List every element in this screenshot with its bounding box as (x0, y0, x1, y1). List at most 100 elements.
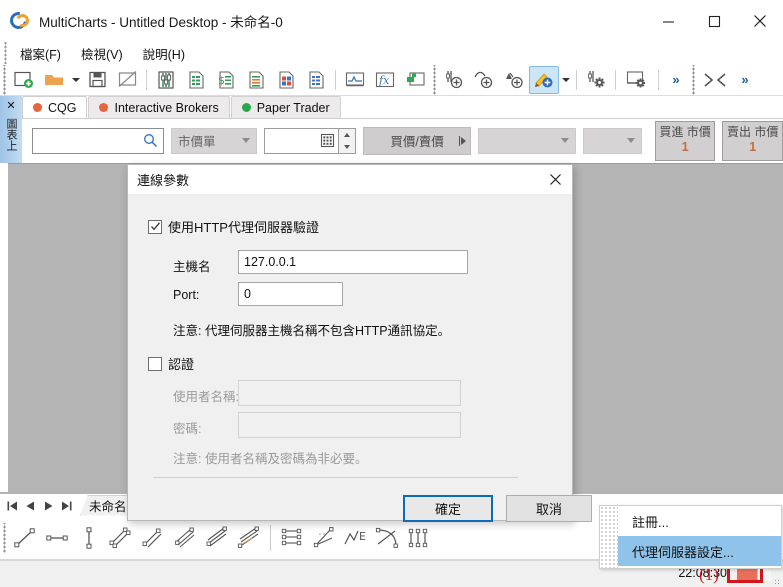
dialog-title: 連線參數 (137, 173, 190, 188)
quantity-stepper[interactable] (264, 127, 357, 154)
first-page-icon[interactable] (7, 499, 18, 511)
fib-retracement-icon[interactable] (201, 518, 233, 558)
tray-context-menu: 註冊... 代理伺服器設定... (599, 505, 782, 569)
maximize-icon[interactable] (691, 0, 737, 42)
trade-panel-header: ✕ 圖表上 (0, 96, 22, 164)
new-order-log-icon[interactable] (241, 66, 271, 94)
auth-checkbox[interactable]: 認證 (148, 354, 194, 373)
hostname-input[interactable]: 127.0.0.1 (238, 250, 468, 274)
previous-page-icon[interactable] (25, 499, 36, 511)
format-indicator-icon[interactable] (581, 66, 611, 94)
formula-icon[interactable]: fx (370, 66, 400, 94)
tab-label: Paper Trader (256, 100, 330, 115)
insert-signal-icon[interactable] (469, 66, 499, 94)
resize-grip-icon[interactable] (774, 579, 780, 585)
context-menu-item-proxy-settings[interactable]: 代理伺服器設定... (618, 536, 781, 566)
order-entry-bar: 市價單 買價/賣價 買進 市價 1 賣出 市價 1 (22, 118, 783, 162)
use-proxy-checkbox[interactable]: 使用HTTP代理伺服器驗證 (148, 217, 319, 236)
next-page-icon[interactable] (43, 499, 54, 511)
spinner-icon[interactable] (339, 127, 357, 154)
stepper-down-button[interactable] (339, 141, 355, 153)
tab-cqg[interactable]: CQG (22, 96, 88, 118)
vertical-line-icon[interactable] (73, 518, 105, 558)
extra-dropdown-2[interactable] (582, 127, 642, 154)
save-as-disabled-icon[interactable] (112, 66, 142, 94)
toolbar-drag-grip[interactable] (0, 64, 9, 95)
insert-drawing-icon[interactable] (529, 65, 559, 94)
insert-strategy-icon[interactable] (499, 66, 529, 94)
ok-button[interactable]: 確定 (403, 495, 493, 522)
dropdown-caret-icon[interactable] (559, 66, 572, 94)
last-page-icon[interactable] (61, 499, 72, 511)
new-window-icon[interactable] (9, 66, 39, 94)
buy-market-button[interactable]: 買進 市價 1 (654, 120, 716, 161)
new-market-depth-icon[interactable]: $ (211, 66, 241, 94)
elliott-wave-icon[interactable]: E (340, 518, 372, 558)
tab-paper-trader[interactable]: Paper Trader (230, 96, 341, 118)
open-workspace-icon[interactable] (39, 66, 69, 94)
toolbar-separator (335, 69, 336, 90)
new-quote-page-icon[interactable] (181, 66, 211, 94)
parallel-lines-icon[interactable] (137, 518, 169, 558)
new-scanner-icon[interactable] (301, 66, 331, 94)
close-icon[interactable] (538, 165, 572, 194)
chevron-down-icon (626, 138, 635, 143)
horizontal-line-icon[interactable] (41, 518, 73, 558)
menu-file[interactable]: 檔案(F) (10, 42, 71, 65)
checkbox-unchecked-icon (148, 356, 162, 371)
extra-dropdown-1[interactable] (477, 127, 576, 154)
arc-icon[interactable] (372, 518, 404, 558)
svg-text:$: $ (218, 74, 225, 87)
bid-ask-expander-icon[interactable] (458, 135, 466, 146)
format-window-icon[interactable] (620, 66, 654, 94)
menu-drag-grip[interactable] (0, 42, 10, 64)
overflow-chevron-icon[interactable]: » (732, 66, 758, 94)
rectangle-icon[interactable] (276, 518, 308, 558)
tray-app-icon[interactable] (737, 567, 771, 582)
crosshair-link-icon[interactable] (698, 66, 732, 94)
toolbar-drag-grip[interactable] (430, 64, 439, 95)
trend-line-icon[interactable] (9, 518, 41, 558)
channel-icon[interactable] (105, 518, 137, 558)
quantity-input[interactable] (264, 127, 340, 154)
symbol-input[interactable] (32, 127, 165, 154)
tab-interactive-brokers[interactable]: Interactive Brokers (88, 96, 230, 118)
sell-market-button[interactable]: 賣出 市價 1 (722, 120, 783, 161)
save-icon[interactable] (82, 66, 112, 94)
overflow-chevron-icon[interactable]: » (663, 66, 689, 94)
toolbar-drag-grip[interactable] (689, 64, 698, 95)
minimize-icon[interactable] (645, 0, 691, 42)
close-icon[interactable]: ✕ (6, 99, 15, 112)
context-menu-item-register[interactable]: 註冊... (618, 506, 781, 536)
status-dot-icon (33, 103, 42, 112)
add-plugin-icon[interactable] (400, 66, 430, 94)
gann-fan-icon[interactable] (308, 518, 340, 558)
window-controls (645, 0, 783, 42)
menu-help[interactable]: 說明(H) (133, 42, 195, 65)
new-portfolio-icon[interactable] (271, 66, 301, 94)
username-input[interactable] (238, 380, 461, 406)
order-type-dropdown[interactable]: 市價單 (171, 127, 258, 154)
sell-qty: 1 (749, 140, 757, 155)
fib-fan-icon[interactable] (169, 518, 201, 558)
close-icon[interactable] (737, 0, 783, 42)
dropdown-caret-icon[interactable] (69, 66, 82, 94)
menu-view[interactable]: 檢視(V) (71, 42, 133, 65)
port-input[interactable]: 0 (238, 282, 343, 306)
insert-study-icon[interactable] (340, 66, 370, 94)
status-dot-icon (241, 103, 251, 112)
sell-label: 賣出 市價 (727, 125, 779, 140)
svg-text:fx: fx (378, 74, 390, 87)
tab-label: CQG (48, 100, 77, 115)
stepper-up-button[interactable] (339, 129, 355, 141)
new-chart-window-icon[interactable] (151, 66, 181, 94)
bid-ask-button[interactable]: 買價/賣價 (363, 126, 471, 155)
password-input[interactable] (238, 412, 461, 438)
insert-indicator-icon[interactable] (439, 66, 469, 94)
cancel-button[interactable]: 取消 (506, 495, 592, 522)
calculator-icon (321, 133, 335, 148)
drawbar-drag-grip[interactable] (0, 522, 9, 553)
window-title: MultiCharts - Untitled Desktop - 未命名-0 (39, 15, 283, 30)
cycle-lines-icon[interactable] (404, 518, 436, 558)
fib-arc-icon[interactable] (233, 518, 265, 558)
